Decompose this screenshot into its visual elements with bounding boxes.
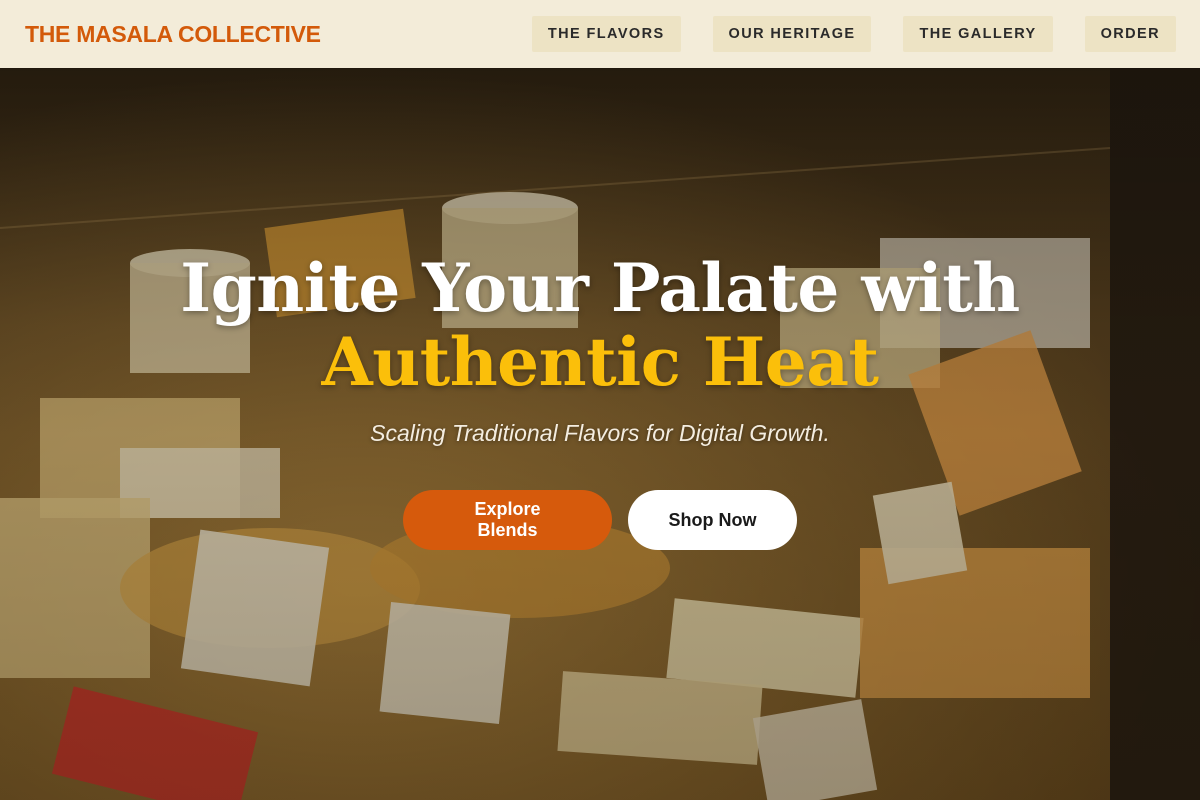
cta-row: Explore Blends Shop Now (0, 490, 1200, 550)
hero-headline: Ignite Your Palate with Authentic Heat (0, 251, 1200, 399)
nav-item-order[interactable]: ORDER (1084, 16, 1176, 52)
headline-accent: Authentic Heat (321, 323, 879, 401)
site-header: THE MASALA COLLECTIVE THE FLAVORS OUR HE… (0, 0, 1200, 68)
hero-tagline: Scaling Traditional Flavors for Digital … (370, 420, 830, 446)
nav-item-gallery[interactable]: THE GALLERY (903, 16, 1053, 52)
brand-logo[interactable]: THE MASALA COLLECTIVE (25, 21, 321, 48)
headline-line-1: Ignite Your Palate with (180, 249, 1020, 327)
shop-now-button[interactable]: Shop Now (628, 490, 797, 550)
hero-section: Ignite Your Palate with Authentic Heat S… (0, 68, 1200, 800)
nav-item-flavors[interactable]: THE FLAVORS (531, 16, 681, 52)
nav-item-heritage[interactable]: OUR HERITAGE (712, 16, 872, 52)
explore-blends-button[interactable]: Explore Blends (403, 490, 612, 550)
main-nav: THE FLAVORS OUR HERITAGE THE GALLERY ORD… (531, 16, 1176, 52)
